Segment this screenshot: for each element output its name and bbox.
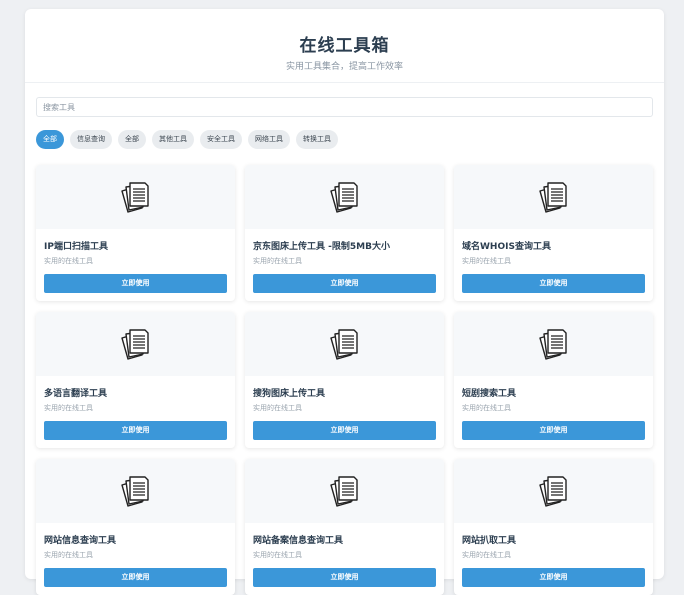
document-stack-icon [121, 476, 149, 507]
use-now-button[interactable]: 立即使用 [44, 568, 227, 587]
tool-card[interactable]: 京东图床上传工具 -限制5MB大小 实用的在线工具 立即使用 [245, 165, 444, 301]
use-now-button[interactable]: 立即使用 [253, 274, 436, 293]
tool-card-image [454, 312, 653, 376]
use-now-button[interactable]: 立即使用 [253, 568, 436, 587]
use-now-button[interactable]: 立即使用 [44, 274, 227, 293]
page-title: 在线工具箱 [299, 36, 390, 56]
document-stack-icon [539, 182, 567, 213]
document-stack-icon [539, 329, 567, 360]
tool-card-image [36, 459, 235, 523]
tool-card-description: 实用的在线工具 [253, 551, 302, 559]
tool-card-title: 网站备案信息查询工具 [253, 536, 344, 546]
tool-card[interactable]: 网站信息查询工具 实用的在线工具 立即使用 [36, 459, 235, 595]
tool-card-image [245, 312, 444, 376]
tool-card-title: 网站扒取工具 [462, 536, 517, 546]
document-stack-icon [121, 329, 149, 360]
category-security-tools[interactable]: 安全工具 [200, 130, 242, 149]
tool-card-description: 实用的在线工具 [253, 404, 302, 412]
tool-card-image [36, 312, 235, 376]
tool-card-image [245, 459, 444, 523]
tool-card-image [245, 165, 444, 229]
tool-card-title: IP端口扫描工具 [44, 242, 108, 252]
tool-card-image [454, 165, 653, 229]
tool-card-title: 搜狗图床上传工具 [253, 389, 326, 399]
search-input[interactable] [36, 97, 653, 117]
document-stack-icon [121, 182, 149, 213]
tool-card-image [36, 165, 235, 229]
tool-card-title: 短剧搜索工具 [462, 389, 517, 399]
page-subtitle: 实用工具集合，提高工作效率 [285, 62, 403, 72]
category-info-query[interactable]: 信息查询 [70, 130, 112, 149]
category-network-tools[interactable]: 网络工具 [248, 130, 290, 149]
main-panel: 在线工具箱 实用工具集合，提高工作效率 全部 信息查询 全部 其他工具 安全工具… [25, 9, 664, 595]
document-stack-icon [330, 476, 358, 507]
tool-card-title: 京东图床上传工具 -限制5MB大小 [253, 242, 390, 252]
tool-card-description: 实用的在线工具 [44, 551, 93, 559]
document-stack-icon [330, 329, 358, 360]
use-now-button[interactable]: 立即使用 [44, 421, 227, 440]
use-now-button[interactable]: 立即使用 [253, 421, 436, 440]
use-now-button[interactable]: 立即使用 [462, 568, 645, 587]
tool-card[interactable]: 多语言翻译工具 实用的在线工具 立即使用 [36, 312, 235, 448]
category-conversion-tools[interactable]: 转换工具 [296, 130, 338, 149]
document-stack-icon [330, 182, 358, 213]
category-filter-bar: 全部 信息查询 全部 其他工具 安全工具 网络工具 转换工具 [36, 130, 338, 149]
tool-card[interactable]: 网站扒取工具 实用的在线工具 立即使用 [454, 459, 653, 595]
tool-card[interactable]: 网站备案信息查询工具 实用的在线工具 立即使用 [245, 459, 444, 595]
tool-card-title: 网站信息查询工具 [44, 536, 117, 546]
tool-card-description: 实用的在线工具 [44, 404, 93, 412]
tool-card-description: 实用的在线工具 [462, 551, 511, 559]
category-all-2[interactable]: 全部 [118, 130, 146, 149]
tool-card-title: 多语言翻译工具 [44, 389, 108, 399]
tool-card-description: 实用的在线工具 [44, 257, 93, 265]
document-stack-icon [539, 476, 567, 507]
page-header: 在线工具箱 实用工具集合，提高工作效率 [25, 9, 664, 83]
tool-card[interactable]: 搜狗图床上传工具 实用的在线工具 立即使用 [245, 312, 444, 448]
use-now-button[interactable]: 立即使用 [462, 274, 645, 293]
tool-card[interactable]: 域名WHOIS查询工具 实用的在线工具 立即使用 [454, 165, 653, 301]
tool-card[interactable]: 短剧搜索工具 实用的在线工具 立即使用 [454, 312, 653, 448]
tool-card[interactable]: IP端口扫描工具 实用的在线工具 立即使用 [36, 165, 235, 301]
use-now-button[interactable]: 立即使用 [462, 421, 645, 440]
category-other-tools[interactable]: 其他工具 [152, 130, 194, 149]
category-all[interactable]: 全部 [36, 130, 64, 149]
tool-card-image [454, 459, 653, 523]
tool-card-description: 实用的在线工具 [462, 257, 511, 265]
tool-card-title: 域名WHOIS查询工具 [462, 242, 551, 252]
tool-card-description: 实用的在线工具 [462, 404, 511, 412]
tool-card-description: 实用的在线工具 [253, 257, 302, 265]
